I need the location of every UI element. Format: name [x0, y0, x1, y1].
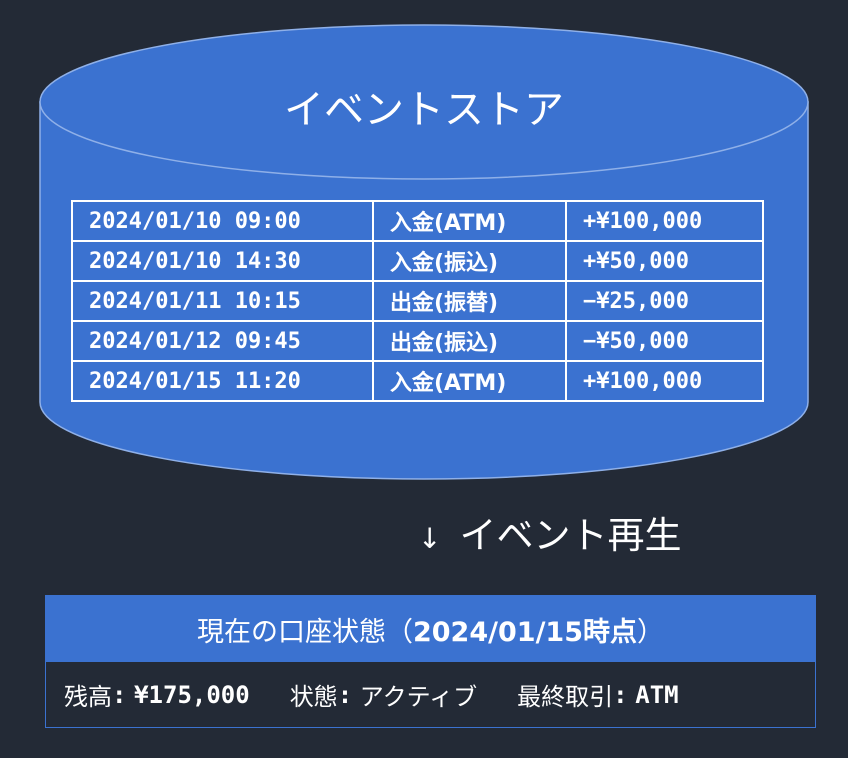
event-amount: −¥50,000: [565, 320, 764, 362]
event-type: 入金(振込): [372, 240, 567, 282]
balance-colon: :: [112, 680, 127, 709]
event-row: 2024/01/11 10:15 出金(振替) −¥25,000: [71, 280, 764, 322]
event-time: 2024/01/15 11:20: [71, 360, 374, 402]
state-header-title: 現在の口座状態: [196, 616, 386, 648]
event-row: 2024/01/10 14:30 入金(振込) +¥50,000: [71, 240, 764, 282]
down-arrow-icon: ↓: [418, 522, 442, 555]
event-amount: −¥25,000: [565, 280, 764, 322]
event-row: 2024/01/15 11:20 入金(ATM) +¥100,000: [71, 360, 764, 402]
last-transaction-label: 最終取引: [517, 683, 614, 711]
last-transaction-colon: :: [613, 680, 628, 709]
event-row: 2024/01/10 09:00 入金(ATM) +¥100,000: [71, 200, 764, 242]
state-header-paren-open: （: [385, 616, 413, 648]
state-header-paren-close: ）: [637, 616, 664, 648]
event-time: 2024/01/10 09:00: [71, 200, 374, 242]
balance-label: 残高: [64, 683, 112, 711]
event-type: 入金(ATM): [372, 200, 567, 242]
event-replay-label: ↓ イベント再生: [418, 508, 681, 567]
status-value: アクティブ: [359, 683, 478, 711]
replay-text: イベント再生: [459, 514, 682, 557]
event-amount: +¥50,000: [565, 240, 764, 282]
state-header-date: 2024/01/15時点: [412, 616, 637, 648]
event-row: 2024/01/12 09:45 出金(振込) −¥50,000: [71, 320, 764, 362]
event-time: 2024/01/12 09:45: [71, 320, 374, 362]
event-store-title: イベントストア: [284, 87, 564, 133]
event-type: 出金(振込): [372, 320, 567, 362]
account-state-panel: 現在の口座状態（2024/01/15時点） 残高: ¥175,000 状態: ア…: [45, 595, 816, 728]
status-colon: :: [337, 680, 353, 709]
event-type: 入金(ATM): [372, 360, 567, 402]
event-time: 2024/01/11 10:15: [71, 280, 374, 322]
last-transaction-value: ATM: [635, 680, 679, 709]
event-type: 出金(振替): [372, 280, 567, 322]
event-amount: +¥100,000: [565, 200, 764, 242]
balance-value: ¥175,000: [134, 680, 250, 709]
account-state-body: 残高: ¥175,000 状態: アクティブ 最終取引: ATM: [46, 662, 815, 727]
event-table: 2024/01/10 09:00 入金(ATM) +¥100,000 2024/01/…: [71, 200, 764, 402]
status-label: 状態: [289, 683, 338, 711]
account-state-header: 現在の口座状態（2024/01/15時点）: [46, 596, 815, 662]
event-time: 2024/01/10 14:30: [71, 240, 374, 282]
event-amount: +¥100,000: [565, 360, 764, 402]
